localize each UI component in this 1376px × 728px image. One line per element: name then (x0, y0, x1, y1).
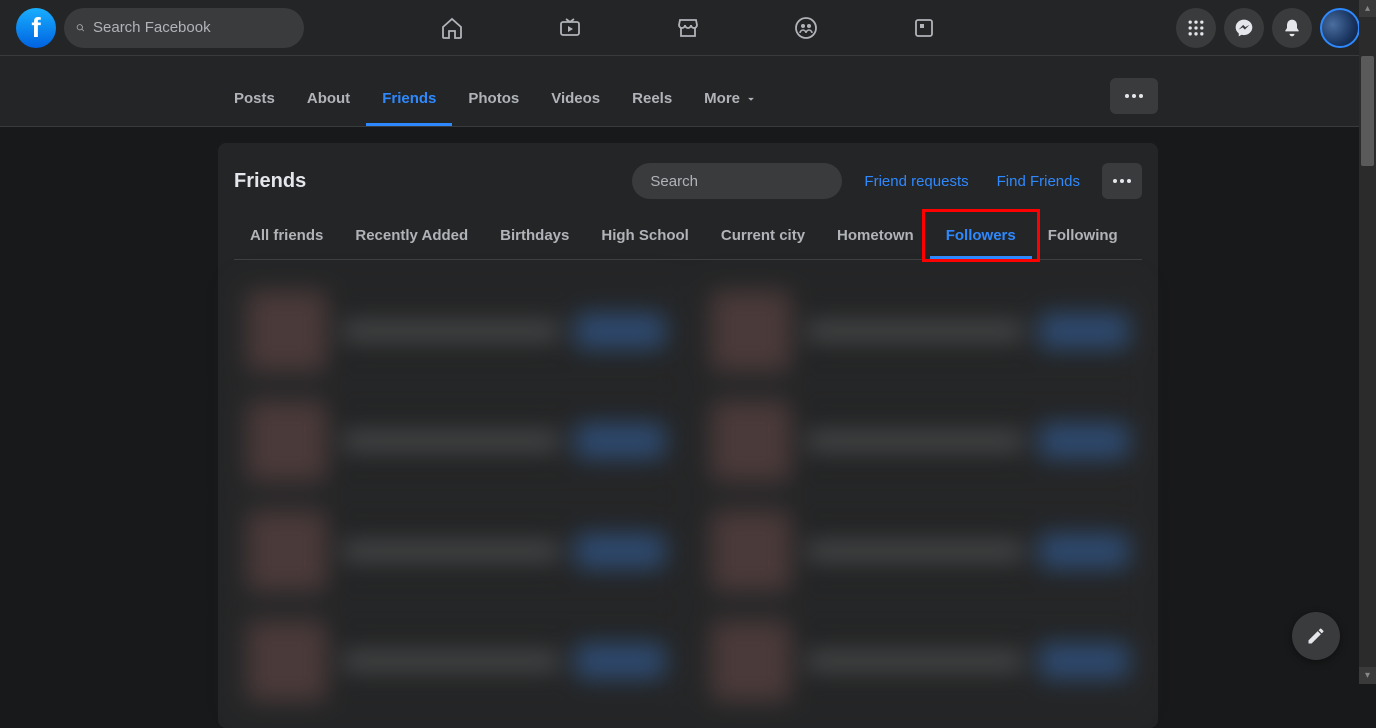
global-search[interactable] (64, 8, 304, 48)
friend-action-button[interactable] (575, 533, 665, 569)
filter-tab-birthdays[interactable]: Birthdays (484, 215, 585, 259)
friend-name (807, 432, 1023, 450)
friend-card[interactable] (234, 610, 678, 712)
scroll-thumb[interactable] (1361, 56, 1374, 166)
ellipsis-icon (1113, 179, 1131, 183)
friend-action-button[interactable] (1039, 423, 1129, 459)
profile-tab-about[interactable]: About (291, 74, 366, 126)
friend-action-button[interactable] (575, 313, 665, 349)
grid-icon (1186, 18, 1206, 38)
nav-gaming[interactable] (869, 2, 979, 54)
friend-avatar (711, 291, 791, 371)
filter-tab-current-city[interactable]: Current city (705, 215, 821, 259)
more-label: More (704, 90, 740, 107)
new-message-button[interactable] (1292, 612, 1340, 660)
friends-more-actions[interactable] (1102, 163, 1142, 199)
compose-icon (1306, 626, 1326, 646)
scroll-up-arrow[interactable]: ▴ (1359, 0, 1376, 17)
watch-icon (558, 16, 582, 40)
profile-more-actions[interactable] (1110, 78, 1158, 114)
friend-action-button[interactable] (1039, 533, 1129, 569)
groups-icon (794, 16, 818, 40)
friend-name (807, 542, 1023, 560)
nav-marketplace[interactable] (633, 2, 743, 54)
nav-groups[interactable] (751, 2, 861, 54)
friend-action-button[interactable] (575, 643, 665, 679)
profile-tab-posts[interactable]: Posts (218, 74, 291, 126)
friend-name (343, 652, 559, 670)
main-nav (397, 2, 979, 54)
friend-card[interactable] (698, 390, 1142, 492)
marketplace-icon (676, 16, 700, 40)
profile-tab-reels[interactable]: Reels (616, 74, 688, 126)
friend-name (343, 542, 559, 560)
notifications-button[interactable] (1272, 8, 1312, 48)
friend-card[interactable] (234, 500, 678, 602)
friends-search[interactable] (632, 163, 842, 199)
ellipsis-icon (1125, 94, 1143, 98)
friend-card[interactable] (234, 390, 678, 492)
friend-action-button[interactable] (1039, 313, 1129, 349)
profile-nav: Posts About Friends Photos Videos Reels … (218, 56, 1158, 126)
friend-requests-link[interactable]: Friend requests (858, 173, 974, 190)
home-icon (440, 16, 464, 40)
friend-name (343, 432, 559, 450)
scroll-down-arrow[interactable]: ▾ (1359, 667, 1376, 684)
menu-button[interactable] (1176, 8, 1216, 48)
friend-name (343, 322, 559, 340)
friend-name (807, 322, 1023, 340)
friend-avatar (247, 511, 327, 591)
friend-action-button[interactable] (575, 423, 665, 459)
friend-avatar (711, 511, 791, 591)
friends-title: Friends (234, 170, 616, 193)
friend-card[interactable] (698, 610, 1142, 712)
gaming-icon (912, 16, 936, 40)
filter-tab-high-school[interactable]: High School (585, 215, 705, 259)
search-icon (76, 20, 85, 36)
facebook-logo[interactable]: f (16, 8, 56, 48)
followers-grid (234, 280, 1142, 712)
profile-nav-wrap: Posts About Friends Photos Videos Reels … (0, 56, 1376, 127)
caret-down-icon (744, 92, 758, 106)
friends-search-input[interactable] (650, 173, 849, 190)
friend-avatar (247, 401, 327, 481)
friend-avatar (247, 621, 327, 701)
profile-tab-videos[interactable]: Videos (535, 74, 616, 126)
nav-home[interactable] (397, 2, 507, 54)
account-avatar[interactable] (1320, 8, 1360, 48)
filter-tab-recently-added[interactable]: Recently Added (339, 215, 484, 259)
filter-tab-followers[interactable]: Followers (930, 215, 1032, 259)
top-header: f (0, 0, 1376, 56)
friend-card[interactable] (698, 280, 1142, 382)
filter-tab-following[interactable]: Following (1032, 215, 1134, 259)
friend-card[interactable] (234, 280, 678, 382)
friends-card: Friends Friend requests Find Friends All… (218, 143, 1158, 728)
friend-name (807, 652, 1023, 670)
friend-avatar (247, 291, 327, 371)
messenger-button[interactable] (1224, 8, 1264, 48)
friends-filter-tabs: All friends Recently Added Birthdays Hig… (234, 215, 1142, 260)
find-friends-link[interactable]: Find Friends (991, 173, 1086, 190)
bell-icon (1282, 18, 1302, 38)
filter-tab-all-friends[interactable]: All friends (234, 215, 339, 259)
filter-tab-followers-label: Followers (946, 227, 1016, 244)
header-right (1176, 8, 1360, 48)
profile-tab-more[interactable]: More (688, 74, 774, 126)
friend-avatar (711, 621, 791, 701)
messenger-icon (1234, 18, 1254, 38)
filter-tab-hometown[interactable]: Hometown (821, 215, 930, 259)
profile-tab-photos[interactable]: Photos (452, 74, 535, 126)
friend-card[interactable] (698, 500, 1142, 602)
scrollbar[interactable]: ▴ ▾ (1359, 0, 1376, 684)
friend-avatar (711, 401, 791, 481)
friends-card-header: Friends Friend requests Find Friends (234, 159, 1142, 207)
profile-tab-friends[interactable]: Friends (366, 74, 452, 126)
nav-watch[interactable] (515, 2, 625, 54)
search-input[interactable] (93, 19, 292, 36)
friend-action-button[interactable] (1039, 643, 1129, 679)
